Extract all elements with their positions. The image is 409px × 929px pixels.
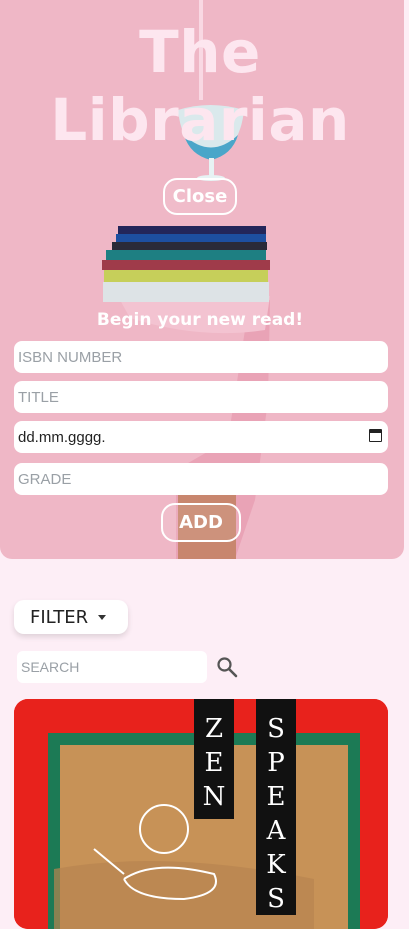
isbn-input[interactable]: ISBN NUMBER [14,341,388,373]
grade-input[interactable]: GRADE [14,463,388,495]
close-button[interactable]: Close [163,178,237,215]
title-placeholder: TITLE [18,388,59,406]
date-input[interactable]: dd.mm.gggg. [14,421,388,453]
book-spine [118,226,266,234]
cover-letter: P [267,748,285,778]
search-input[interactable]: SEARCH [17,651,207,683]
search-icon[interactable] [216,656,238,678]
cover-letter: S [267,884,285,914]
book-card[interactable]: Z E N S P E A K S [14,699,388,929]
cover-letter: A [266,816,287,846]
book-cover-image: Z E N S P E A K S [14,699,388,929]
book-spine [106,250,266,260]
book-spine [102,260,270,270]
calendar-icon[interactable] [369,429,382,442]
book-spine [112,242,267,250]
search-placeholder: SEARCH [21,659,80,675]
book-spine [103,282,269,302]
cover-letter: S [267,714,285,744]
chevron-down-icon [98,614,107,620]
cover-letter: Z [205,714,223,744]
cover-letter: E [205,748,224,778]
cover-letter: E [267,782,286,812]
isbn-placeholder: ISBN NUMBER [18,348,123,366]
app-title: The Librarian [50,18,350,154]
add-book-panel: The Librarian Close Begin your new read!… [0,0,404,559]
glass-stem [209,158,214,176]
book-spine [116,234,266,242]
filter-label: FILTER [30,606,89,628]
title-input[interactable]: TITLE [14,381,388,413]
cover-letter: K [266,850,286,880]
filter-dropdown[interactable]: FILTER [14,600,128,634]
cover-letter: N [203,782,226,812]
grade-placeholder: GRADE [18,470,72,488]
book-spine [104,270,268,282]
add-button[interactable]: ADD [161,503,241,542]
date-value: dd.mm.gggg. [18,428,106,446]
form-heading: Begin your new read! [96,310,304,330]
